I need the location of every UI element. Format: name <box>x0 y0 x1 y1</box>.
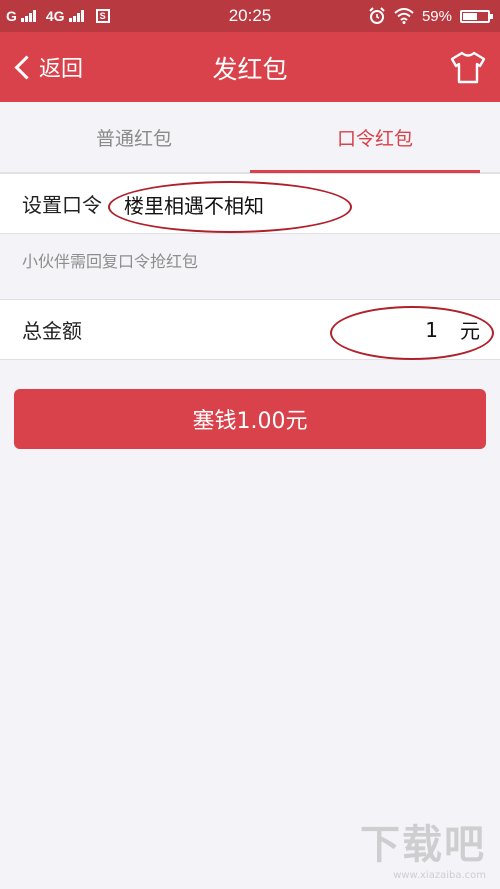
status-right: 59% <box>368 6 493 26</box>
battery-icon <box>460 9 493 23</box>
amount-input[interactable] <box>318 313 438 347</box>
watermark: 下载吧 www.xiazaiba.com <box>360 812 486 881</box>
amount-row: 总金额 元 <box>0 299 500 360</box>
skin-button[interactable] <box>450 50 486 84</box>
watermark-logo: 下载吧 <box>360 822 486 868</box>
watermark-url: www.xiazaiba.com <box>393 870 486 881</box>
code-input[interactable] <box>124 187 364 221</box>
code-row: 设置口令 <box>0 173 500 234</box>
page-title: 发红包 <box>212 55 288 84</box>
submit-money-button[interactable]: 塞钱1.00元 <box>14 389 486 449</box>
amount-label: 总金额 <box>22 319 82 343</box>
alarm-clock-icon <box>369 7 385 24</box>
nav-bar: 返回 发红包 <box>0 32 500 102</box>
tab-normal-red-packet[interactable]: 普通红包 <box>10 102 260 172</box>
battery-percent: 59% <box>421 7 452 25</box>
code-hint: 小伙伴需回复口令抢红包 <box>22 252 199 271</box>
code-label: 设置口令 <box>22 193 102 217</box>
tab-bar: 普通红包 口令红包 <box>0 102 500 173</box>
status-bar: G 4G S 20:25 59% <box>0 0 500 32</box>
amount-unit: 元 <box>460 319 480 343</box>
tab-code-red-packet[interactable]: 口令红包 <box>250 102 500 172</box>
tshirt-icon <box>450 51 486 84</box>
wifi-icon <box>394 8 414 24</box>
